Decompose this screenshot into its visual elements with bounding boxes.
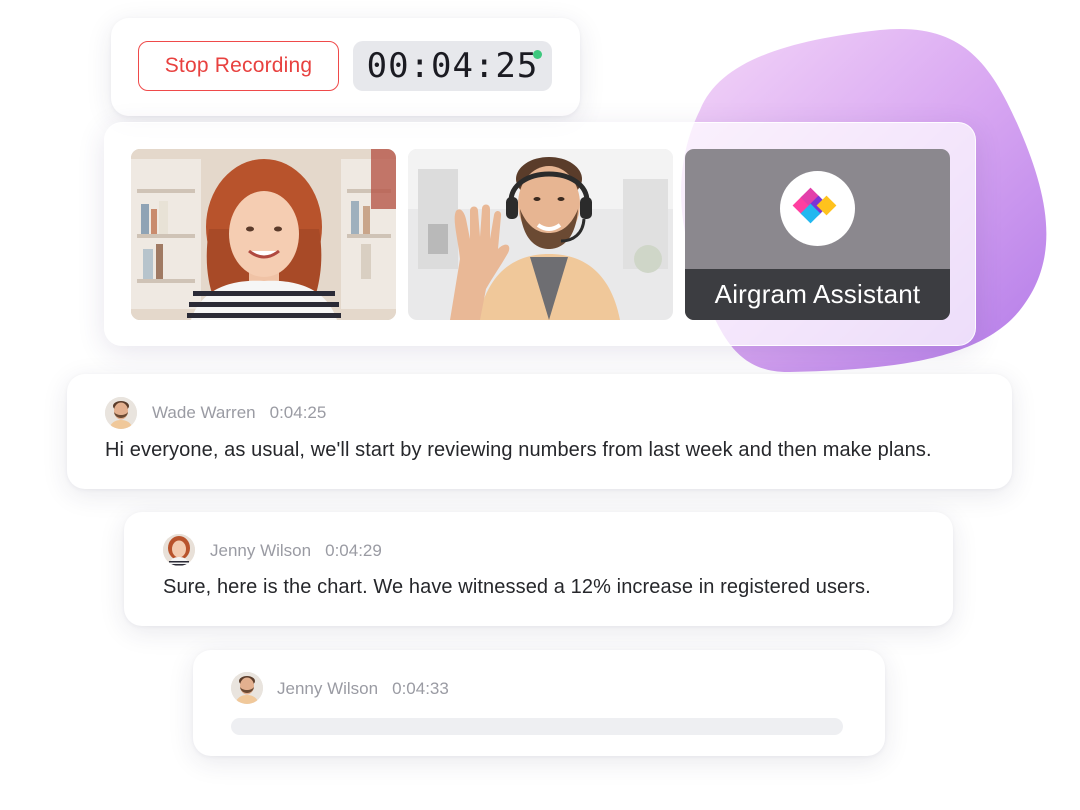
recording-bar: Stop Recording 00:04:25: [111, 18, 580, 116]
speaker-name: Wade Warren: [152, 403, 256, 422]
transcript-message: Wade Warren 0:04:25 Hi everyone, as usual…: [67, 374, 1012, 489]
airgram-logo-badge: [780, 171, 855, 246]
message-meta: Jenny Wilson 0:04:29: [210, 541, 382, 561]
message-timestamp: 0:04:25: [269, 403, 327, 422]
speaker-name: Jenny Wilson: [210, 541, 312, 560]
airgram-logo-icon: [792, 187, 837, 224]
transcribing-placeholder-bar: [231, 718, 843, 735]
assistant-tile[interactable]: Airgram Assistant: [685, 149, 950, 320]
message-meta: Wade Warren 0:04:25: [152, 403, 326, 423]
transcript-message-pending: Jenny Wilson 0:04:33: [193, 650, 885, 756]
stop-recording-button[interactable]: Stop Recording: [138, 41, 339, 91]
message-timestamp: 0:04:33: [392, 679, 449, 698]
message-timestamp: 0:04:29: [325, 541, 382, 560]
participant-video-tile-2[interactable]: [408, 149, 673, 320]
video-panel: Airgram Assistant: [104, 122, 976, 346]
recording-status-dot: [533, 50, 542, 59]
assistant-name-label: Airgram Assistant: [685, 269, 950, 320]
avatar: [163, 534, 195, 566]
message-meta: Jenny Wilson 0:04:33: [277, 679, 449, 699]
avatar: [105, 397, 137, 429]
message-text: Hi everyone, as usual, we'll start by re…: [105, 439, 932, 461]
speaker-name: Jenny Wilson: [277, 679, 379, 698]
participant-man-video: [408, 149, 673, 320]
message-text: Sure, here is the chart. We have witness…: [163, 576, 871, 598]
participant-video-tile-1[interactable]: [131, 149, 396, 320]
recording-timer: 00:04:25: [353, 41, 552, 91]
avatar: [231, 672, 263, 704]
participant-woman-video: [131, 149, 396, 320]
transcript-message: Jenny Wilson 0:04:29 Sure, here is the ch…: [124, 512, 953, 626]
